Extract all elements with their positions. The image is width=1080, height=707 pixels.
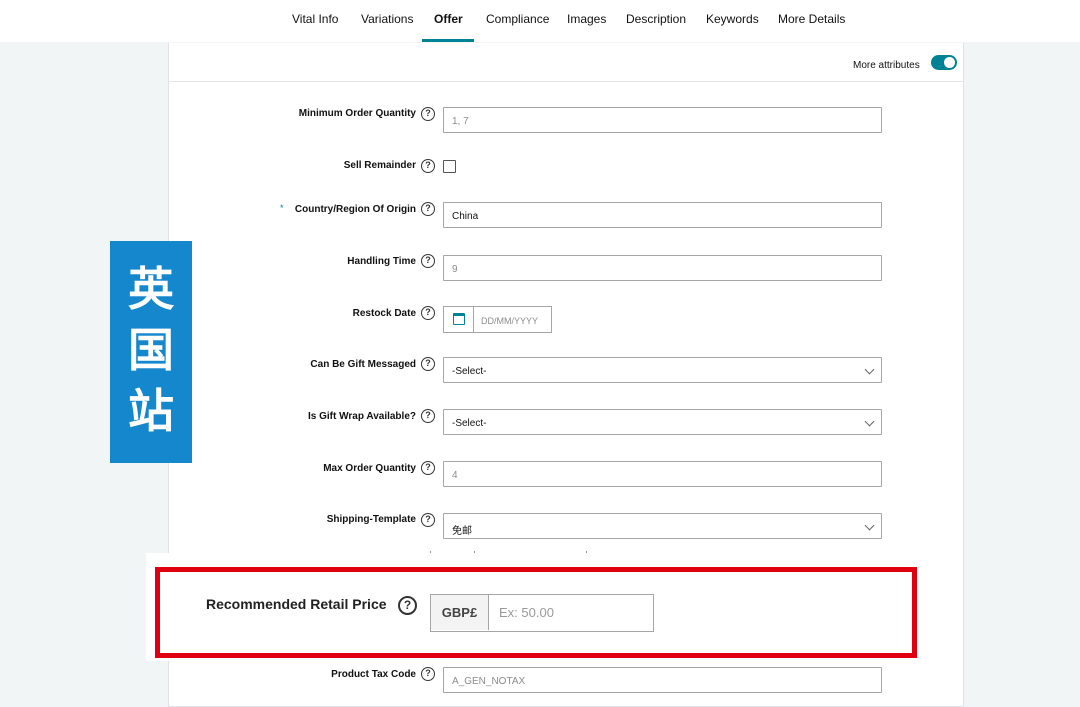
more-attributes-toggle[interactable] [931,55,957,70]
handling-time-input[interactable]: 9 [443,255,882,281]
restock-date-placeholder: DD/MM/YYYY [481,316,539,326]
product-tax-code-label: Product Tax Code [331,669,416,680]
restock-date-label: Restock Date [352,308,416,319]
shipping-template-select[interactable]: 免邮 [443,513,882,539]
help-icon[interactable]: ? [421,513,435,527]
country-of-origin-input[interactable]: China [443,202,882,228]
shipping-template-value: 免邮 [452,526,472,537]
gift-messaged-label: Can Be Gift Messaged [310,359,416,370]
calendar-button[interactable] [444,307,474,332]
restock-date-picker[interactable]: DD/MM/YYYY [443,306,552,333]
badge-char: 英 [128,262,174,316]
minimum-order-quantity-input[interactable]: 1, 7 [443,107,882,133]
tab-compliance[interactable]: Compliance [486,12,549,26]
chevron-down-icon [864,416,875,427]
badge-char: 站 [128,384,174,438]
calendar-icon [453,313,465,325]
help-icon[interactable]: ? [421,461,435,475]
max-order-quantity-label: Max Order Quantity [323,463,416,474]
gift-messaged-value: -Select- [452,366,487,377]
country-of-origin-label: Country/Region Of Origin [294,204,416,215]
handling-time-label: Handling Time [347,256,416,267]
tab-more-details[interactable]: More Details [778,12,845,26]
currency-prefix: GBP£ [431,595,489,630]
badge-char: 国 [128,323,174,377]
tab-description[interactable]: Description [626,12,686,26]
sell-remainder-checkbox[interactable] [443,160,456,173]
panel-divider [168,81,964,82]
help-icon[interactable]: ? [421,306,435,320]
help-icon[interactable]: ? [421,107,435,121]
tab-bar: Vital Info Variations Offer Compliance I… [0,0,1080,42]
sell-remainder-label: Sell Remainder [343,160,416,171]
recommended-retail-price-input[interactable]: GBP£ Ex: 50.00 [430,594,654,632]
gift-wrap-value: -Select- [452,418,487,429]
gift-wrap-label: Is Gift Wrap Available? [308,411,416,422]
max-order-quantity-input[interactable]: 4 [443,461,882,487]
help-icon[interactable]: ? [421,667,435,681]
more-attributes-label: More attributes [853,60,920,71]
gift-wrap-select[interactable]: -Select- [443,409,882,435]
tab-vital-info[interactable]: Vital Info [292,12,338,26]
product-tax-code-input[interactable]: A_GEN_NOTAX [443,667,882,693]
minimum-order-quantity-label: Minimum Order Quantity [298,108,416,119]
chevron-down-icon [864,520,875,531]
required-marker: * [280,203,284,213]
help-icon[interactable]: ? [398,596,417,615]
site-badge: 英 国 站 [110,241,192,463]
tab-variations[interactable]: Variations [361,12,413,26]
chevron-down-icon [864,364,875,375]
recommended-retail-price-label: Recommended Retail Price [206,596,387,612]
tab-keywords[interactable]: Keywords [706,12,759,26]
help-icon[interactable]: ? [421,409,435,423]
help-icon[interactable]: ? [421,159,435,173]
shipping-template-label: Shipping-Template [326,514,416,525]
recommended-retail-price-placeholder: Ex: 50.00 [499,605,554,620]
tab-images[interactable]: Images [567,12,606,26]
help-icon[interactable]: ? [421,254,435,268]
gift-messaged-select[interactable]: -Select- [443,357,882,383]
help-icon[interactable]: ? [421,202,435,216]
tab-offer[interactable]: Offer [434,12,463,26]
help-icon[interactable]: ? [421,357,435,371]
